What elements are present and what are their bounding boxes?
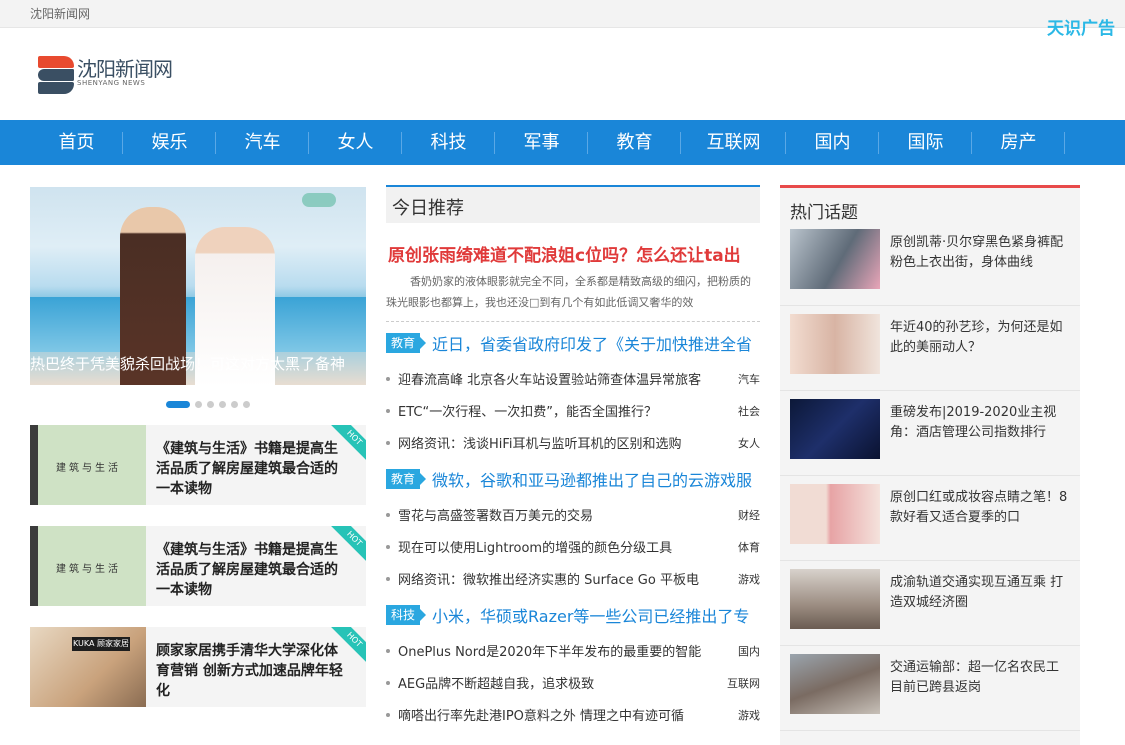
nav-item-auto[interactable]: 汽车 [216, 120, 309, 165]
slider-dot[interactable] [166, 401, 190, 408]
slider-caption[interactable]: 热巴终于凭美貌杀回战场！可这对方太黑了备神 [30, 353, 366, 374]
news-category: 游戏 [738, 709, 760, 722]
slider-dot[interactable] [243, 401, 250, 408]
section-headline-row[interactable]: 教育 近日，省委省政府印发了《关于加快推进全省 [386, 332, 760, 354]
news-category: 财经 [738, 509, 760, 522]
section-headline[interactable]: 小米，华硕或Razer等一些公司已经推出了专 [432, 603, 752, 627]
topic-title[interactable]: 成渝轨道交通实现互通互乘 打造双城经济圈 [890, 573, 1070, 613]
recommend-header: 今日推荐 [386, 185, 760, 223]
news-item[interactable]: OnePlus Nord是2020年下半年发布的最重要的智能 国内 [386, 641, 760, 661]
topic-thumbnail[interactable] [790, 654, 880, 714]
topic-thumbnail[interactable] [790, 484, 880, 544]
recommend-title: 今日推荐 [392, 198, 464, 219]
news-card[interactable]: KUKA 顾家家居 顾家家居携手清华大学深化体育营销 创新方式加速品牌年轻化 H… [30, 627, 366, 707]
hot-topic-item[interactable]: 原创口红或成妆容点睛之笔！8款好看又适合夏季的口 [780, 476, 1080, 561]
nav-item-home[interactable]: 首页 [30, 120, 123, 165]
news-category: 社会 [738, 405, 760, 418]
card-title[interactable]: 《建筑与生活》书籍是提高生活品质了解房屋建筑最合适的一本读物 [156, 540, 346, 600]
hot-topic-item[interactable]: 年近40的孙艺珍，为何还是如此的美丽动人？ [780, 306, 1080, 391]
nav-item-military[interactable]: 军事 [495, 120, 588, 165]
topic-thumbnail[interactable] [790, 314, 880, 374]
news-category: 互联网 [727, 677, 760, 690]
card-thumbnail: KUKA 顾家家居 [30, 627, 146, 707]
slider-dot[interactable] [207, 401, 214, 408]
news-category: 汽车 [738, 373, 760, 386]
watermark-icon [302, 193, 336, 207]
section-headline[interactable]: 近日，省委省政府印发了《关于加快推进全省 [432, 331, 752, 355]
slider-dot[interactable] [231, 401, 238, 408]
topic-thumbnail[interactable] [790, 229, 880, 289]
topic-title[interactable]: 原创口红或成妆容点睛之笔！8款好看又适合夏季的口 [890, 488, 1070, 528]
site-logo[interactable]: 沈阳新闻网 SHENYANG NEWS [38, 56, 173, 94]
image-slider[interactable]: 热巴终于凭美貌杀回战场！可这对方太黑了备神 [30, 187, 366, 385]
featured-headline[interactable]: 原创张雨绮难道不配浪姐c位吗？怎么还让ta出 [388, 241, 760, 266]
topic-title[interactable]: 交通运输部：超一亿名农民工目前已跨县返岗 [890, 658, 1070, 698]
category-tag[interactable]: 科技 [386, 605, 427, 625]
card-title[interactable]: 顾家家居携手清华大学深化体育营销 创新方式加速品牌年轻化 [156, 641, 346, 701]
news-item[interactable]: 网络资讯：浅谈HiFi耳机与监听耳机的区别和选购 女人 [386, 433, 760, 453]
news-item[interactable]: 网络资讯：微软推出经济实惠的 Surface Go 平板电 游戏 [386, 569, 760, 589]
news-category: 女人 [738, 437, 760, 450]
nav-item-domestic[interactable]: 国内 [786, 120, 879, 165]
topic-thumbnail[interactable] [790, 399, 880, 459]
hot-topic-item[interactable]: 原创凯蒂·贝尔穿黑色紧身裤配粉色上衣出街，身体曲线 [780, 221, 1080, 306]
news-item[interactable]: 雪花与高盛签署数百万美元的交易 财经 [386, 505, 760, 525]
news-item[interactable]: 嘀嗒出行率先赴港IPO意料之外 情理之中有迹可循 游戏 [386, 705, 760, 725]
hot-topic-item[interactable]: 重磅发布|2019-2020业主视角：酒店管理公司指数排行 [780, 391, 1080, 476]
site-name[interactable]: 沈阳新闻网 [30, 5, 90, 22]
featured-summary: 香奶奶家的液体眼影就完全不同，全系都是精致高级的细闪，把粉质的珠光眼影也都算上，… [386, 275, 751, 309]
divider [386, 321, 760, 322]
topic-title[interactable]: 重磅发布|2019-2020业主视角：酒店管理公司指数排行 [890, 403, 1070, 443]
news-item[interactable]: AEG品牌不断超越自我，追求极致 互联网 [386, 673, 760, 693]
header: 沈阳新闻网 SHENYANG NEWS [0, 28, 1125, 120]
nav-item-realestate[interactable]: 房产 [972, 120, 1065, 165]
topic-thumbnail[interactable] [790, 569, 880, 629]
slider-dot[interactable] [219, 401, 226, 408]
news-card[interactable]: 建筑与生活 《建筑与生活》书籍是提高生活品质了解房屋建筑最合适的一本读物 HOT [30, 425, 366, 505]
topic-title[interactable]: 原创凯蒂·贝尔穿黑色紧身裤配粉色上衣出街，身体曲线 [890, 233, 1070, 273]
main-nav: 首页 娱乐 汽车 女人 科技 军事 教育 互联网 国内 国际 房产 [0, 120, 1125, 165]
nav-item-education[interactable]: 教育 [588, 120, 681, 165]
card-title[interactable]: 《建筑与生活》书籍是提高生活品质了解房屋建筑最合适的一本读物 [156, 439, 346, 499]
nav-item-tech[interactable]: 科技 [402, 120, 495, 165]
section-headline[interactable]: 微软，谷歌和亚马逊都推出了自己的云游戏服 [432, 467, 752, 491]
topic-title[interactable]: 年近40的孙艺珍，为何还是如此的美丽动人？ [890, 318, 1070, 358]
slider-dots [166, 401, 255, 408]
category-tag[interactable]: 教育 [386, 333, 427, 353]
nav-item-international[interactable]: 国际 [879, 120, 972, 165]
news-category: 体育 [738, 541, 760, 554]
top-bar: 沈阳新闻网 天识广告 [0, 0, 1125, 39]
hot-topic-item[interactable]: 成渝轨道交通实现互通互乘 打造双城经济圈 [780, 561, 1080, 646]
logo-icon [38, 56, 74, 94]
category-tag[interactable]: 教育 [386, 469, 427, 489]
nav-item-internet[interactable]: 互联网 [681, 120, 786, 165]
hot-topic-item[interactable]: 交通运输部：超一亿名农民工目前已跨县返岗 [780, 646, 1080, 731]
section-headline-row[interactable]: 教育 微软，谷歌和亚马逊都推出了自己的云游戏服 [386, 468, 760, 490]
news-item[interactable]: 迎春流高峰 北京各火车站设置验站筛查体温异常旅客 汽车 [386, 369, 760, 389]
main-content: 热巴终于凭美貌杀回战场！可这对方太黑了备神 建筑与生活 《建筑与生活》书籍是提高… [0, 165, 1125, 745]
news-item[interactable]: 现在可以使用Lightroom的增强的颜色分级工具 体育 [386, 537, 760, 557]
nav-item-women[interactable]: 女人 [309, 120, 402, 165]
news-item[interactable]: ETC“一次行程、一次扣费”，能否全国推行？ 社会 [386, 401, 760, 421]
slider-dot[interactable] [195, 401, 202, 408]
nav-item-entertainment[interactable]: 娱乐 [123, 120, 216, 165]
card-thumbnail: 建筑与生活 [30, 526, 146, 606]
section-headline-row[interactable]: 科技 小米，华硕或Razer等一些公司已经推出了专 [386, 604, 760, 626]
news-card[interactable]: 建筑与生活 《建筑与生活》书籍是提高生活品质了解房屋建筑最合适的一本读物 HOT [30, 526, 366, 606]
news-category: 游戏 [738, 573, 760, 586]
card-thumbnail: 建筑与生活 [30, 425, 146, 505]
hot-topics-title: 热门话题 [790, 203, 858, 223]
news-category: 国内 [738, 645, 760, 658]
